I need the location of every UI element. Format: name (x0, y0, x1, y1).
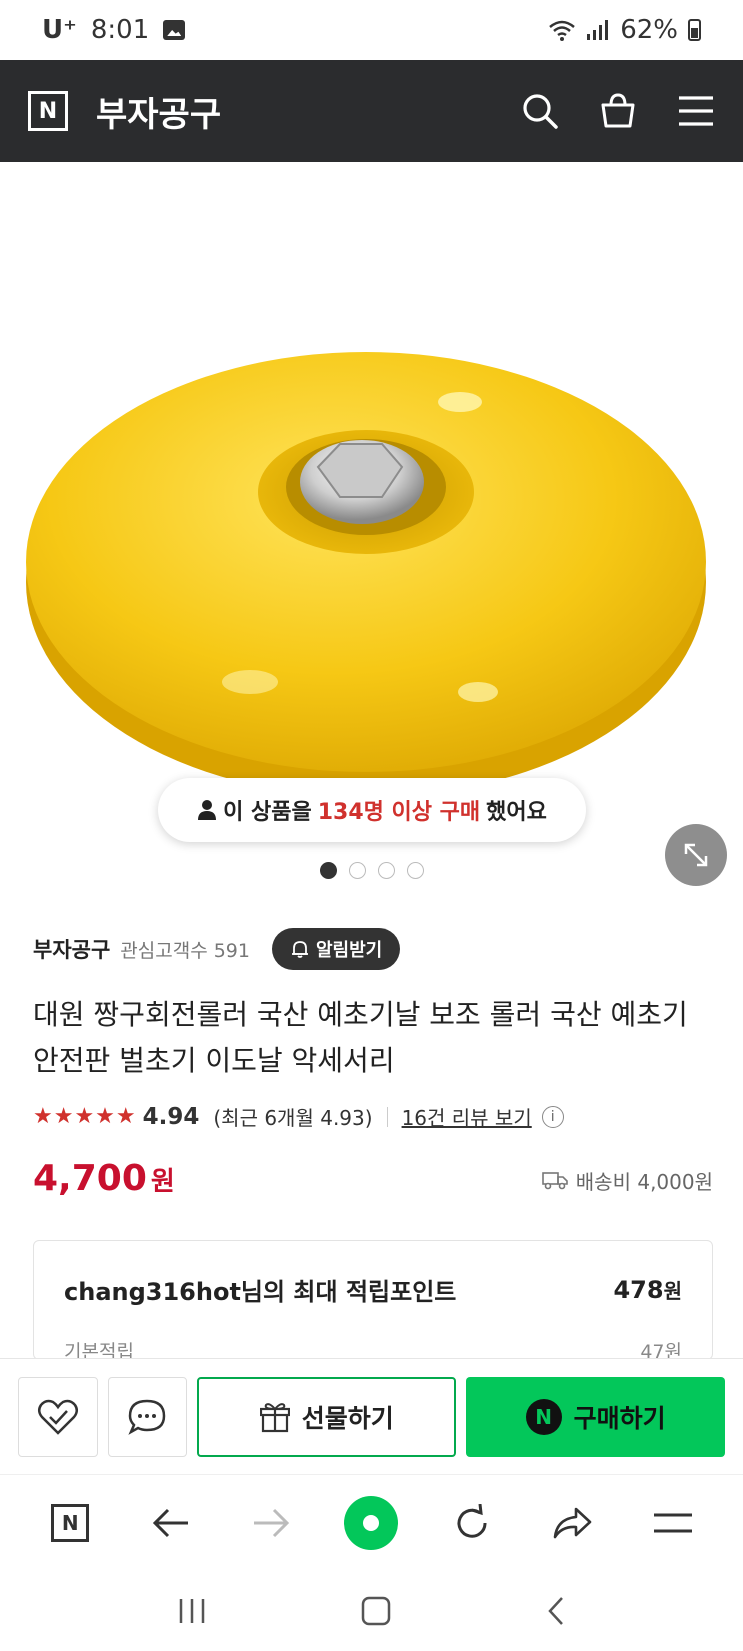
gift-button[interactable]: 선물하기 (197, 1376, 457, 1457)
browser-menu-button[interactable] (643, 1493, 703, 1553)
menu-icon[interactable] (677, 94, 715, 128)
browser-toolbar: N (0, 1474, 743, 1570)
wifi-icon (549, 20, 576, 41)
carousel-dot[interactable] (377, 862, 395, 879)
back-icon[interactable] (546, 1596, 566, 1626)
points-box: chang316hot님의 최대 적립포인트 478원 기본적립 47원 (33, 1240, 713, 1360)
forward-arrow-icon (254, 1508, 290, 1537)
points-sub-value: 47원 (640, 1341, 682, 1360)
talk-button[interactable] (107, 1376, 188, 1457)
store-info: 부자공구 관심고객수 591 알림받기 (33, 928, 401, 970)
badge-suffix: 했어요 (486, 800, 547, 825)
home-icon[interactable] (361, 1596, 391, 1626)
product-image[interactable] (0, 162, 743, 862)
store-title[interactable]: 부자공구 (96, 87, 521, 136)
shipping-fee: 배송비 4,000원 (541, 1166, 713, 1195)
naver-home-icon: N (51, 1503, 90, 1542)
buy-button[interactable]: N 구매하기 (466, 1376, 726, 1457)
store-name[interactable]: 부자공구 (33, 934, 110, 964)
browser-back-button[interactable] (141, 1493, 201, 1553)
browser-forward-button[interactable] (241, 1493, 301, 1553)
review-link[interactable]: 16건 리뷰 보기 (402, 1102, 532, 1131)
purchase-count-badge: 이 상품을 134명 이상 구매 했어요 (158, 778, 586, 842)
points-label: chang316hot님의 최대 적립포인트 (64, 1277, 457, 1306)
price-unit: 원 (150, 1167, 175, 1197)
carousel-dot[interactable] (348, 862, 366, 879)
person-icon (198, 800, 217, 820)
share-icon (554, 1507, 592, 1538)
buy-label: 구매하기 (573, 1403, 666, 1433)
rating-score: 4.94 (142, 1103, 200, 1130)
shipping-label: 배송비 4,000원 (575, 1169, 713, 1194)
cart-icon[interactable] (599, 92, 637, 130)
points-value: 478원 (613, 1275, 682, 1304)
battery-percent: 62% (620, 15, 678, 45)
share-button[interactable] (542, 1493, 602, 1553)
price: 4,700 원 (33, 1158, 175, 1199)
green-dot-button[interactable] (341, 1493, 401, 1553)
truck-icon (541, 1172, 568, 1190)
browser-home-button[interactable]: N (40, 1493, 100, 1553)
rating-stars: ★★★★★ (33, 1104, 137, 1129)
clock: 8:01 (90, 15, 150, 45)
alarm-button[interactable]: 알림받기 (272, 928, 401, 970)
recent-apps-icon[interactable] (177, 1597, 207, 1625)
system-navigation (0, 1570, 743, 1651)
rating-recent: (최근 6개월 4.93) (213, 1106, 373, 1130)
naver-logo[interactable]: N (28, 91, 68, 131)
divider (386, 1106, 388, 1127)
bell-plus-icon (292, 941, 308, 958)
hamburger-icon (653, 1513, 692, 1532)
carousel-dot[interactable] (406, 862, 424, 879)
refresh-icon (457, 1503, 487, 1538)
heart-check-icon (37, 1399, 78, 1435)
price-amount: 4,700 (33, 1158, 147, 1199)
yellow-roller-image (26, 352, 706, 797)
alarm-label: 알림받기 (316, 940, 383, 961)
points-unit: 원 (663, 1278, 682, 1303)
gift-icon (259, 1402, 290, 1432)
product-title: 대원 짱구회전롤러 국산 예초기날 보조 롤러 국산 예초기안전판 벌초기 이도… (33, 998, 688, 1077)
carrier-label: U⁺ (42, 15, 77, 45)
signal-icon (587, 20, 609, 40)
badge-prefix: 이 상품을 (223, 800, 312, 825)
carousel-dot[interactable] (319, 862, 337, 879)
back-arrow-icon (152, 1508, 188, 1537)
info-icon[interactable]: i (541, 1105, 564, 1128)
search-icon[interactable] (521, 92, 559, 130)
points-sub-label: 기본적립 (64, 1341, 134, 1360)
price-row: 4,700 원 배송비 4,000원 (33, 1158, 713, 1199)
badge-highlight: 134명 이상 구매 (317, 800, 481, 825)
points-amount: 478 (613, 1275, 664, 1304)
gift-label: 선물하기 (301, 1403, 394, 1433)
rating-row: ★★★★★ 4.94 (최근 6개월 4.93) 16건 리뷰 보기 i (33, 1102, 564, 1131)
fan-count: 관심고객수 591 (120, 939, 250, 962)
npay-icon: N (525, 1398, 562, 1435)
carousel-dots (0, 862, 743, 879)
top-header: N 부자공구 (0, 60, 743, 162)
gallery-notification-icon (163, 20, 186, 40)
battery-icon (688, 19, 701, 41)
green-dot-icon (344, 1495, 399, 1550)
chat-bubble-icon (128, 1399, 166, 1435)
status-bar: U⁺ 8:01 62% (0, 0, 743, 60)
refresh-button[interactable] (442, 1493, 502, 1553)
purchase-action-bar: 선물하기 N 구매하기 (0, 1358, 743, 1474)
wishlist-button[interactable] (18, 1376, 98, 1457)
